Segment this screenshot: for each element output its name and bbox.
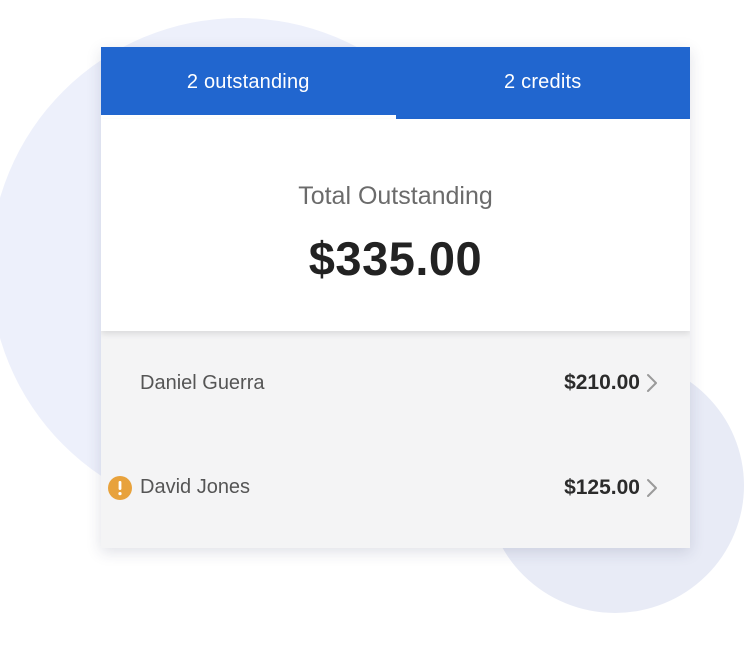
- chevron-right-icon: [647, 374, 657, 392]
- tab-outstanding[interactable]: 2 outstanding: [101, 47, 396, 119]
- tab-bar: 2 outstanding 2 credits: [101, 47, 690, 119]
- tab-credits-label: 2 credits: [504, 70, 582, 93]
- customer-list: Daniel Guerra $210.00 David Jones $125.0…: [101, 331, 690, 540]
- outstanding-card: 2 outstanding 2 credits Total Outstandin…: [101, 47, 690, 548]
- total-label: Total Outstanding: [298, 182, 493, 210]
- screen: 2 outstanding 2 credits Total Outstandin…: [0, 0, 747, 647]
- chevron-right-icon: [647, 478, 657, 497]
- total-amount: $335.00: [308, 232, 483, 285]
- tab-outstanding-label: 2 outstanding: [186, 70, 310, 93]
- customer-name: David Jones: [140, 476, 251, 498]
- total-summary: Total Outstanding $335.00: [101, 119, 690, 331]
- customer-name: Daniel Guerra: [140, 371, 265, 394]
- customer-amount: $210.00: [564, 371, 640, 394]
- tab-credits[interactable]: 2 credits: [396, 47, 691, 119]
- customer-amount: $125.00: [564, 475, 640, 499]
- warning-icon: [108, 475, 132, 500]
- list-item[interactable]: David Jones $125.00: [101, 435, 690, 540]
- list-item[interactable]: Daniel Guerra $210.00: [101, 331, 690, 435]
